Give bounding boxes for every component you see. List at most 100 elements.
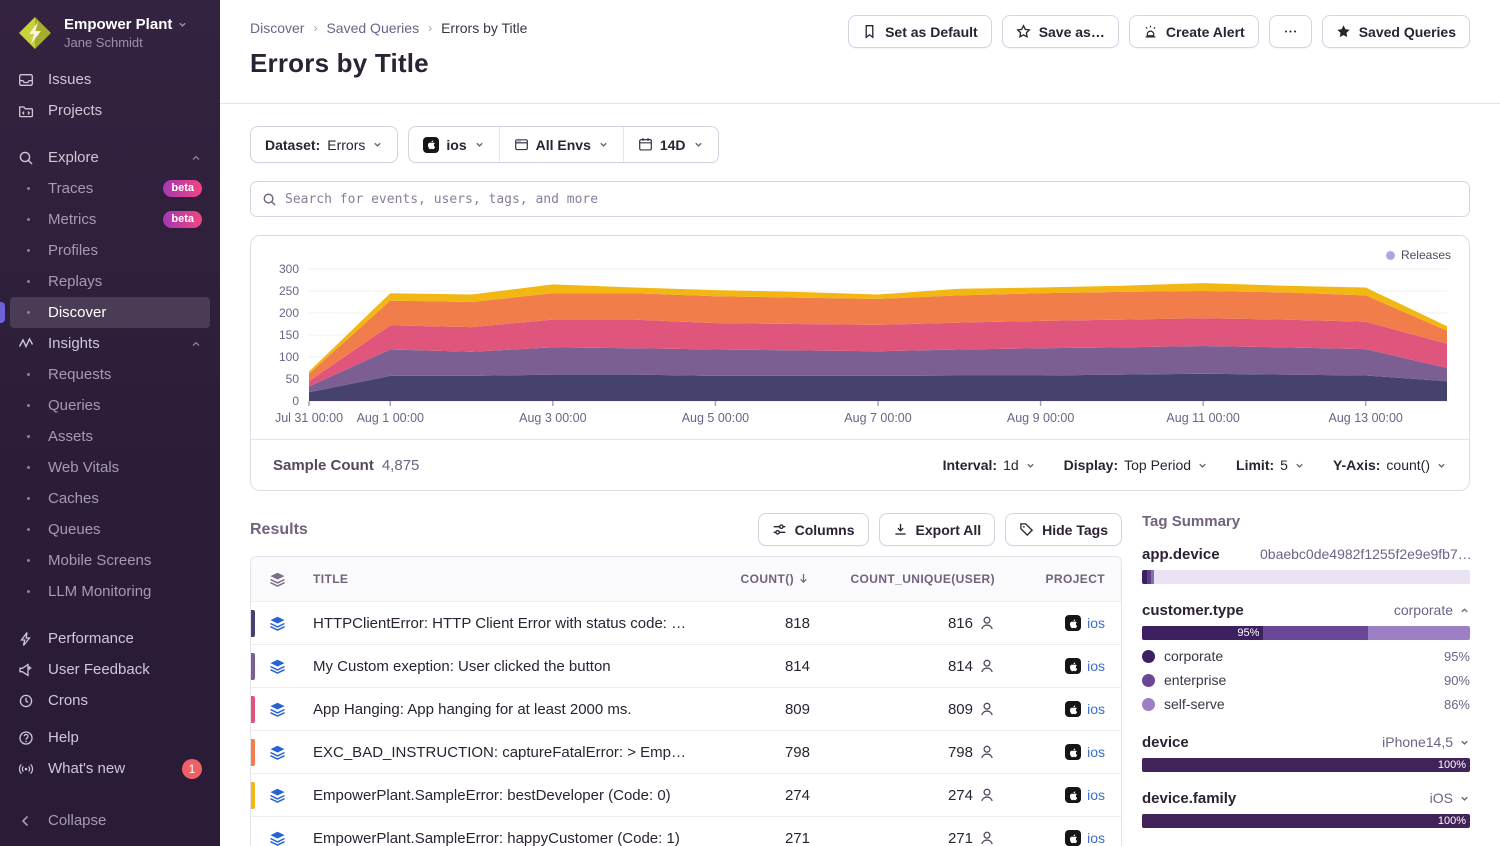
sidebar-collapse-button[interactable]: Collapse <box>10 805 114 836</box>
table-row[interactable]: HTTPClientError: HTTP Client Error with … <box>251 601 1121 644</box>
nav-row: Issues <box>0 64 220 95</box>
table-row[interactable]: App Hanging: App hanging for at least 20… <box>251 687 1121 730</box>
project-link[interactable]: ios <box>1087 615 1105 631</box>
series-color-swatch <box>251 696 255 723</box>
project-link[interactable]: ios <box>1087 701 1105 717</box>
sidebar-item-insights[interactable]: Insights <box>10 328 210 359</box>
nav-row: Performance <box>0 623 220 654</box>
sidebar-item-explore[interactable]: Explore <box>10 142 210 173</box>
tag-header[interactable]: deviceiPhone14,5 <box>1142 732 1470 752</box>
sidebar-item-crons[interactable]: Crons <box>10 685 210 716</box>
search-input[interactable] <box>251 182 1469 216</box>
sidebar-item-label: Queries <box>48 397 101 414</box>
results-title: Results <box>250 521 308 539</box>
tag-header[interactable]: customer.typecorporate <box>1142 600 1470 620</box>
header-actions: Set as Default Save as… Create Alert Saved … <box>848 15 1470 48</box>
tag-distribution-bar[interactable] <box>1142 570 1470 584</box>
sidebar-item-assets[interactable]: Assets <box>10 421 210 452</box>
create-alert-button[interactable]: Create Alert <box>1129 15 1259 48</box>
sidebar-item-metrics[interactable]: Metricsbeta <box>10 204 210 235</box>
project-link[interactable]: ios <box>1087 658 1105 674</box>
breadcrumb-discover[interactable]: Discover <box>250 20 304 36</box>
dataset-selector[interactable]: Dataset: Errors <box>250 126 398 163</box>
error-title-cell[interactable]: EmpowerPlant.SampleError: bestDeveloper … <box>297 787 706 804</box>
tag-header[interactable]: app.device0baebc0de4982f1255f2e9e9fb7… <box>1142 544 1470 564</box>
tag-block-customer-type: customer.typecorporate 95% corporate95%ent… <box>1142 600 1470 716</box>
project-cell: ios <box>1011 658 1121 674</box>
stacked-area-chart[interactable]: 050100150200250300Jul 31 00:00Aug 1 00:0… <box>251 236 1469 434</box>
sidebar-item-llm-monitoring[interactable]: LLM Monitoring <box>10 576 210 607</box>
sidebar-item-performance[interactable]: Performance <box>10 623 210 654</box>
project-link[interactable]: ios <box>1087 787 1105 803</box>
tag-legend-row[interactable]: corporate95% <box>1142 644 1470 668</box>
tag-legend-row[interactable]: enterprise90% <box>1142 668 1470 692</box>
error-title-cell[interactable]: My Custom exeption: User clicked the but… <box>297 658 706 675</box>
sidebar-item-queues[interactable]: Queues <box>10 514 210 545</box>
crons-icon <box>18 693 38 709</box>
count-unique-cell: 274 <box>826 787 1011 804</box>
table-row[interactable]: EXC_BAD_INSTRUCTION: captureFatalError: … <box>251 730 1121 773</box>
sidebar-item-label: Issues <box>48 71 91 88</box>
chevron-up-icon <box>190 152 202 164</box>
legend-percent: 86% <box>1444 697 1470 712</box>
sidebar-item-requests[interactable]: Requests <box>10 359 210 390</box>
sidebar-item-projects[interactable]: Projects <box>10 95 210 126</box>
project-link[interactable]: ios <box>1087 830 1105 846</box>
set-as-default-button[interactable]: Set as Default <box>848 15 992 48</box>
error-title-cell[interactable]: App Hanging: App hanging for at least 20… <box>297 701 706 718</box>
apple-icon <box>1065 701 1081 717</box>
sidebar-item-traces[interactable]: Tracesbeta <box>10 173 210 204</box>
tag-header[interactable]: device.familyiOS <box>1142 788 1470 808</box>
project-selector[interactable]: ios <box>409 127 498 162</box>
tag-distribution-bar[interactable]: 100% <box>1142 814 1470 828</box>
more-options-button[interactable] <box>1269 15 1312 48</box>
error-title-cell[interactable]: EXC_BAD_INSTRUCTION: captureFatalError: … <box>297 744 706 761</box>
save-as--button[interactable]: Save as… <box>1002 15 1119 48</box>
sidebar-item-caches[interactable]: Caches <box>10 483 210 514</box>
display-selector[interactable]: Display:Top Period <box>1064 457 1208 473</box>
chart-legend[interactable]: Releases <box>1386 248 1451 262</box>
column-header-count[interactable]: COUNT() <box>706 572 826 586</box>
yaxis-selector[interactable]: Y-Axis:count() <box>1333 457 1447 473</box>
project-link[interactable]: ios <box>1087 744 1105 760</box>
columns-button[interactable]: Columns <box>758 513 869 546</box>
date-range-selector[interactable]: 14D <box>623 127 718 162</box>
hide-tags-button[interactable]: Hide Tags <box>1005 513 1122 546</box>
tag-distribution-bar[interactable]: 100% <box>1142 758 1470 772</box>
column-header-title[interactable]: TITLE <box>297 572 706 586</box>
tag-legend-row[interactable]: self-serve86% <box>1142 692 1470 716</box>
table-row[interactable]: My Custom exeption: User clicked the but… <box>251 644 1121 687</box>
limit-selector[interactable]: Limit:5 <box>1236 457 1305 473</box>
interval-selector[interactable]: Interval:1d <box>943 457 1036 473</box>
nav-row: Metricsbeta <box>0 204 220 235</box>
sidebar-item-web-vitals[interactable]: Web Vitals <box>10 452 210 483</box>
tag-distribution-bar[interactable]: 95% <box>1142 626 1470 640</box>
error-title-cell[interactable]: HTTPClientError: HTTP Client Error with … <box>297 615 706 632</box>
export-all-button[interactable]: Export All <box>879 513 996 546</box>
sidebar-item-help[interactable]: Help <box>10 722 210 753</box>
svg-text:Aug 1 00:00: Aug 1 00:00 <box>357 411 424 425</box>
column-header-count-unique[interactable]: COUNT_UNIQUE(USER) <box>826 572 1011 586</box>
column-header-project[interactable]: PROJECT <box>1011 572 1121 586</box>
breadcrumb-saved-queries[interactable]: Saved Queries <box>326 20 419 36</box>
org-switcher[interactable]: Empower Plant Jane Schmidt <box>0 0 220 64</box>
sidebar-item-replays[interactable]: Replays <box>10 266 210 297</box>
whats-new-count-badge: 1 <box>182 759 202 779</box>
error-title-cell[interactable]: EmpowerPlant.SampleError: happyCustomer … <box>297 830 706 846</box>
legend-label: corporate <box>1164 648 1223 664</box>
table-row[interactable]: EmpowerPlant.SampleError: happyCustomer … <box>251 816 1121 846</box>
sidebar-item-profiles[interactable]: Profiles <box>10 235 210 266</box>
sidebar-item-issues[interactable]: Issues <box>10 64 210 95</box>
sidebar: Empower Plant Jane Schmidt Issues Project… <box>0 0 220 846</box>
sidebar-item-user-feedback[interactable]: User Feedback <box>10 654 210 685</box>
tag-bar-segment <box>1154 570 1470 584</box>
sidebar-item-mobile-screens[interactable]: Mobile Screens <box>10 545 210 576</box>
nav-row: Help <box>0 722 220 753</box>
button-label: Columns <box>795 522 855 538</box>
saved-queries-button[interactable]: Saved Queries <box>1322 15 1470 48</box>
environment-selector[interactable]: All Envs <box>499 127 623 162</box>
sidebar-item-queries[interactable]: Queries <box>10 390 210 421</box>
table-row[interactable]: EmpowerPlant.SampleError: bestDeveloper … <box>251 773 1121 816</box>
sidebar-item-what-s-new[interactable]: What's new1 <box>10 753 210 784</box>
sidebar-item-discover[interactable]: Discover <box>10 297 210 328</box>
